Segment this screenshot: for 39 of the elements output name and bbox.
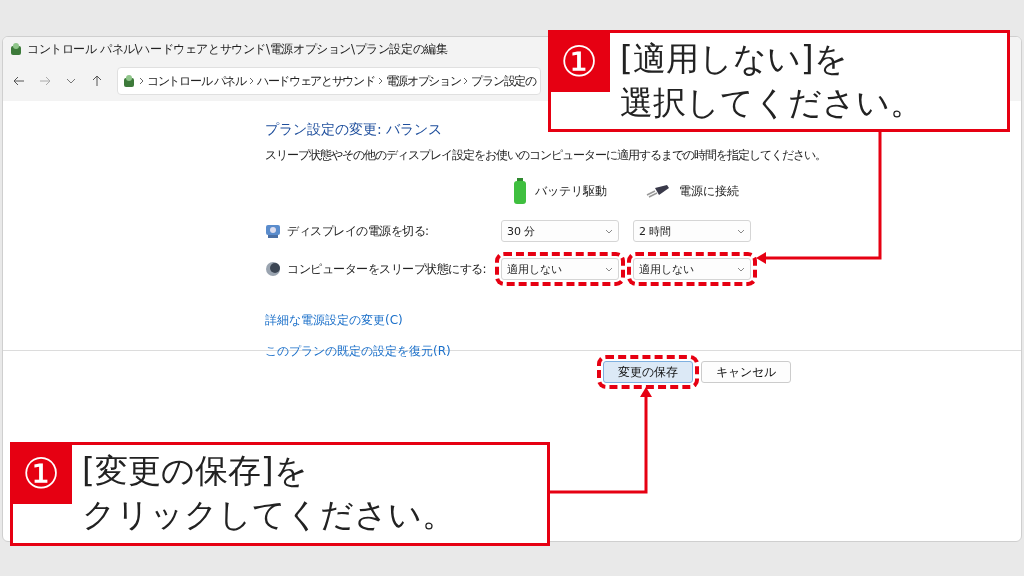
monitor-icon bbox=[265, 223, 281, 239]
chevron-icon bbox=[139, 77, 144, 85]
plug-icon bbox=[645, 184, 671, 198]
instruction-text: [適用しない]を bbox=[620, 38, 849, 80]
column-label: 電源に接続 bbox=[679, 182, 739, 200]
chevron-icon bbox=[463, 77, 469, 85]
chevron-icon bbox=[737, 266, 745, 272]
page-heading: プラン設定の変更: バランス bbox=[265, 121, 444, 139]
step-number: ① bbox=[548, 30, 610, 92]
breadcrumb-item[interactable]: プラン設定の bbox=[471, 72, 536, 90]
back-arrow-icon bbox=[13, 75, 25, 87]
breadcrumb-item[interactable]: ハードウェアとサウンド bbox=[256, 72, 375, 90]
chevron-icon bbox=[605, 228, 613, 234]
chevron-icon bbox=[248, 77, 254, 85]
column-label: バッテリ駆動 bbox=[535, 182, 607, 200]
step-number: ① bbox=[10, 442, 72, 504]
window-title: コントロール パネル\ハードウェアとサウンド\電源オプション\プラン設定の編集 bbox=[27, 40, 448, 58]
breadcrumb-item[interactable]: 電源オプション bbox=[385, 72, 461, 90]
chevron-icon bbox=[66, 78, 76, 84]
instruction-text: [変更の保存]を bbox=[82, 450, 309, 492]
instruction-text: クリックしてください。 bbox=[82, 494, 455, 536]
chevron-icon bbox=[737, 228, 745, 234]
link[interactable]: 詳細な電源設定の変更(C) bbox=[265, 312, 403, 329]
chevron-icon bbox=[377, 77, 383, 85]
up-arrow-icon bbox=[91, 75, 103, 87]
link[interactable]: このプランの既定の設定を復元(R) bbox=[265, 343, 451, 360]
dialog-button[interactable]: キャンセル bbox=[701, 361, 791, 383]
setting-label: ディスプレイの電源を切る: bbox=[287, 222, 429, 240]
forward-arrow-icon bbox=[39, 75, 51, 87]
address-bar[interactable]: コントロール パネル ハードウェアとサウンド 電源オプション プラン設定の bbox=[117, 67, 541, 95]
moon-icon bbox=[265, 261, 281, 277]
dropdown[interactable]: 30 分 bbox=[501, 220, 619, 242]
description-text: スリープ状態やその他のディスプレイ設定をお使いのコンピューターに適用するまでの時間を指定してください。 bbox=[265, 147, 827, 164]
battery-icon bbox=[513, 178, 527, 204]
chevron-icon bbox=[605, 266, 613, 272]
breadcrumb-item[interactable]: コントロール パネル bbox=[147, 72, 246, 90]
setting-label: コンピューターをスリープ状態にする: bbox=[287, 260, 487, 278]
dropdown[interactable]: 2 時間 bbox=[633, 220, 751, 242]
instruction-text: 選択してください。 bbox=[620, 82, 923, 124]
